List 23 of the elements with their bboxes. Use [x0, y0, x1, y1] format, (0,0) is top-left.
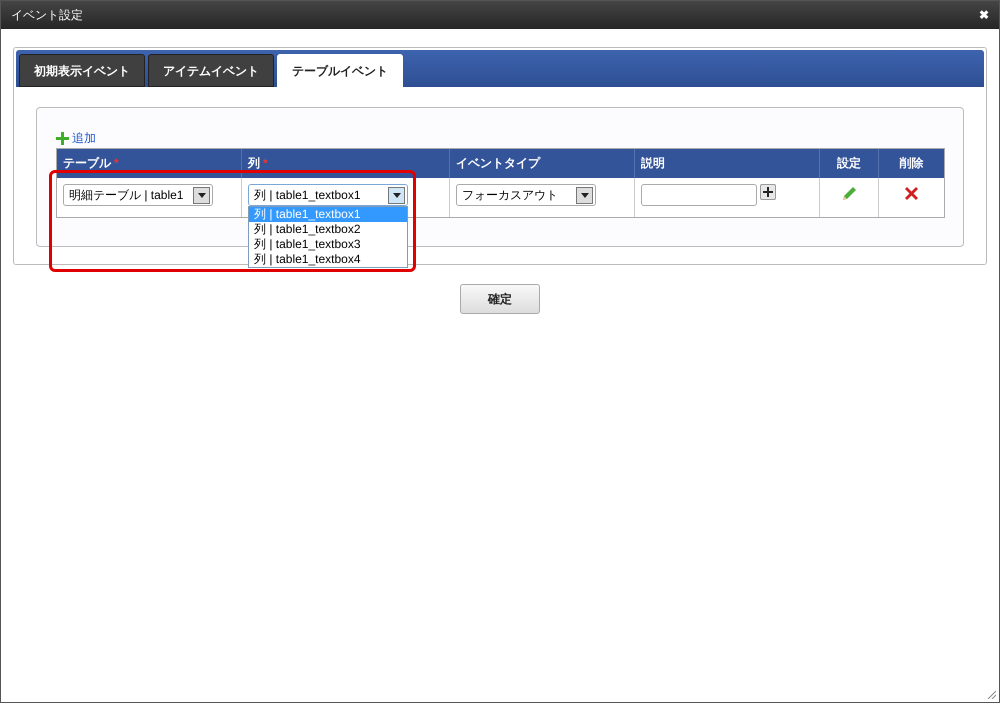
tab[interactable]: 初期表示イベント [19, 54, 145, 87]
table-select[interactable]: 明細テーブル | table1 [63, 184, 213, 206]
tab[interactable]: テーブルイベント [277, 54, 403, 87]
close-button[interactable]: ✖ [979, 6, 989, 24]
delete-icon[interactable] [905, 187, 918, 200]
expand-button[interactable] [760, 184, 776, 200]
description-field[interactable] [641, 184, 757, 206]
event-type-select[interactable]: フォーカスアウト [456, 184, 596, 206]
dropdown-option[interactable]: 列 | table1_textbox2 [249, 222, 407, 237]
column-header: 削除 [898, 155, 924, 172]
required-mark: * [114, 155, 119, 172]
dropdown-option[interactable]: 列 | table1_textbox4 [249, 252, 407, 267]
dropdown-option[interactable]: 列 | table1_textbox3 [249, 237, 407, 252]
plus-icon [56, 132, 69, 144]
window-title: イベント設定 [11, 7, 83, 24]
resize-grip-icon[interactable] [986, 689, 996, 699]
pencil-icon[interactable] [841, 186, 857, 202]
tab[interactable]: アイテムイベント [148, 54, 274, 87]
confirm-button[interactable]: 確定 [460, 284, 540, 314]
add-link[interactable]: 追加 [56, 128, 96, 148]
column-select[interactable]: 列 | table1_textbox1 [248, 184, 408, 206]
plus-icon [763, 187, 773, 197]
required-mark: * [263, 155, 268, 172]
